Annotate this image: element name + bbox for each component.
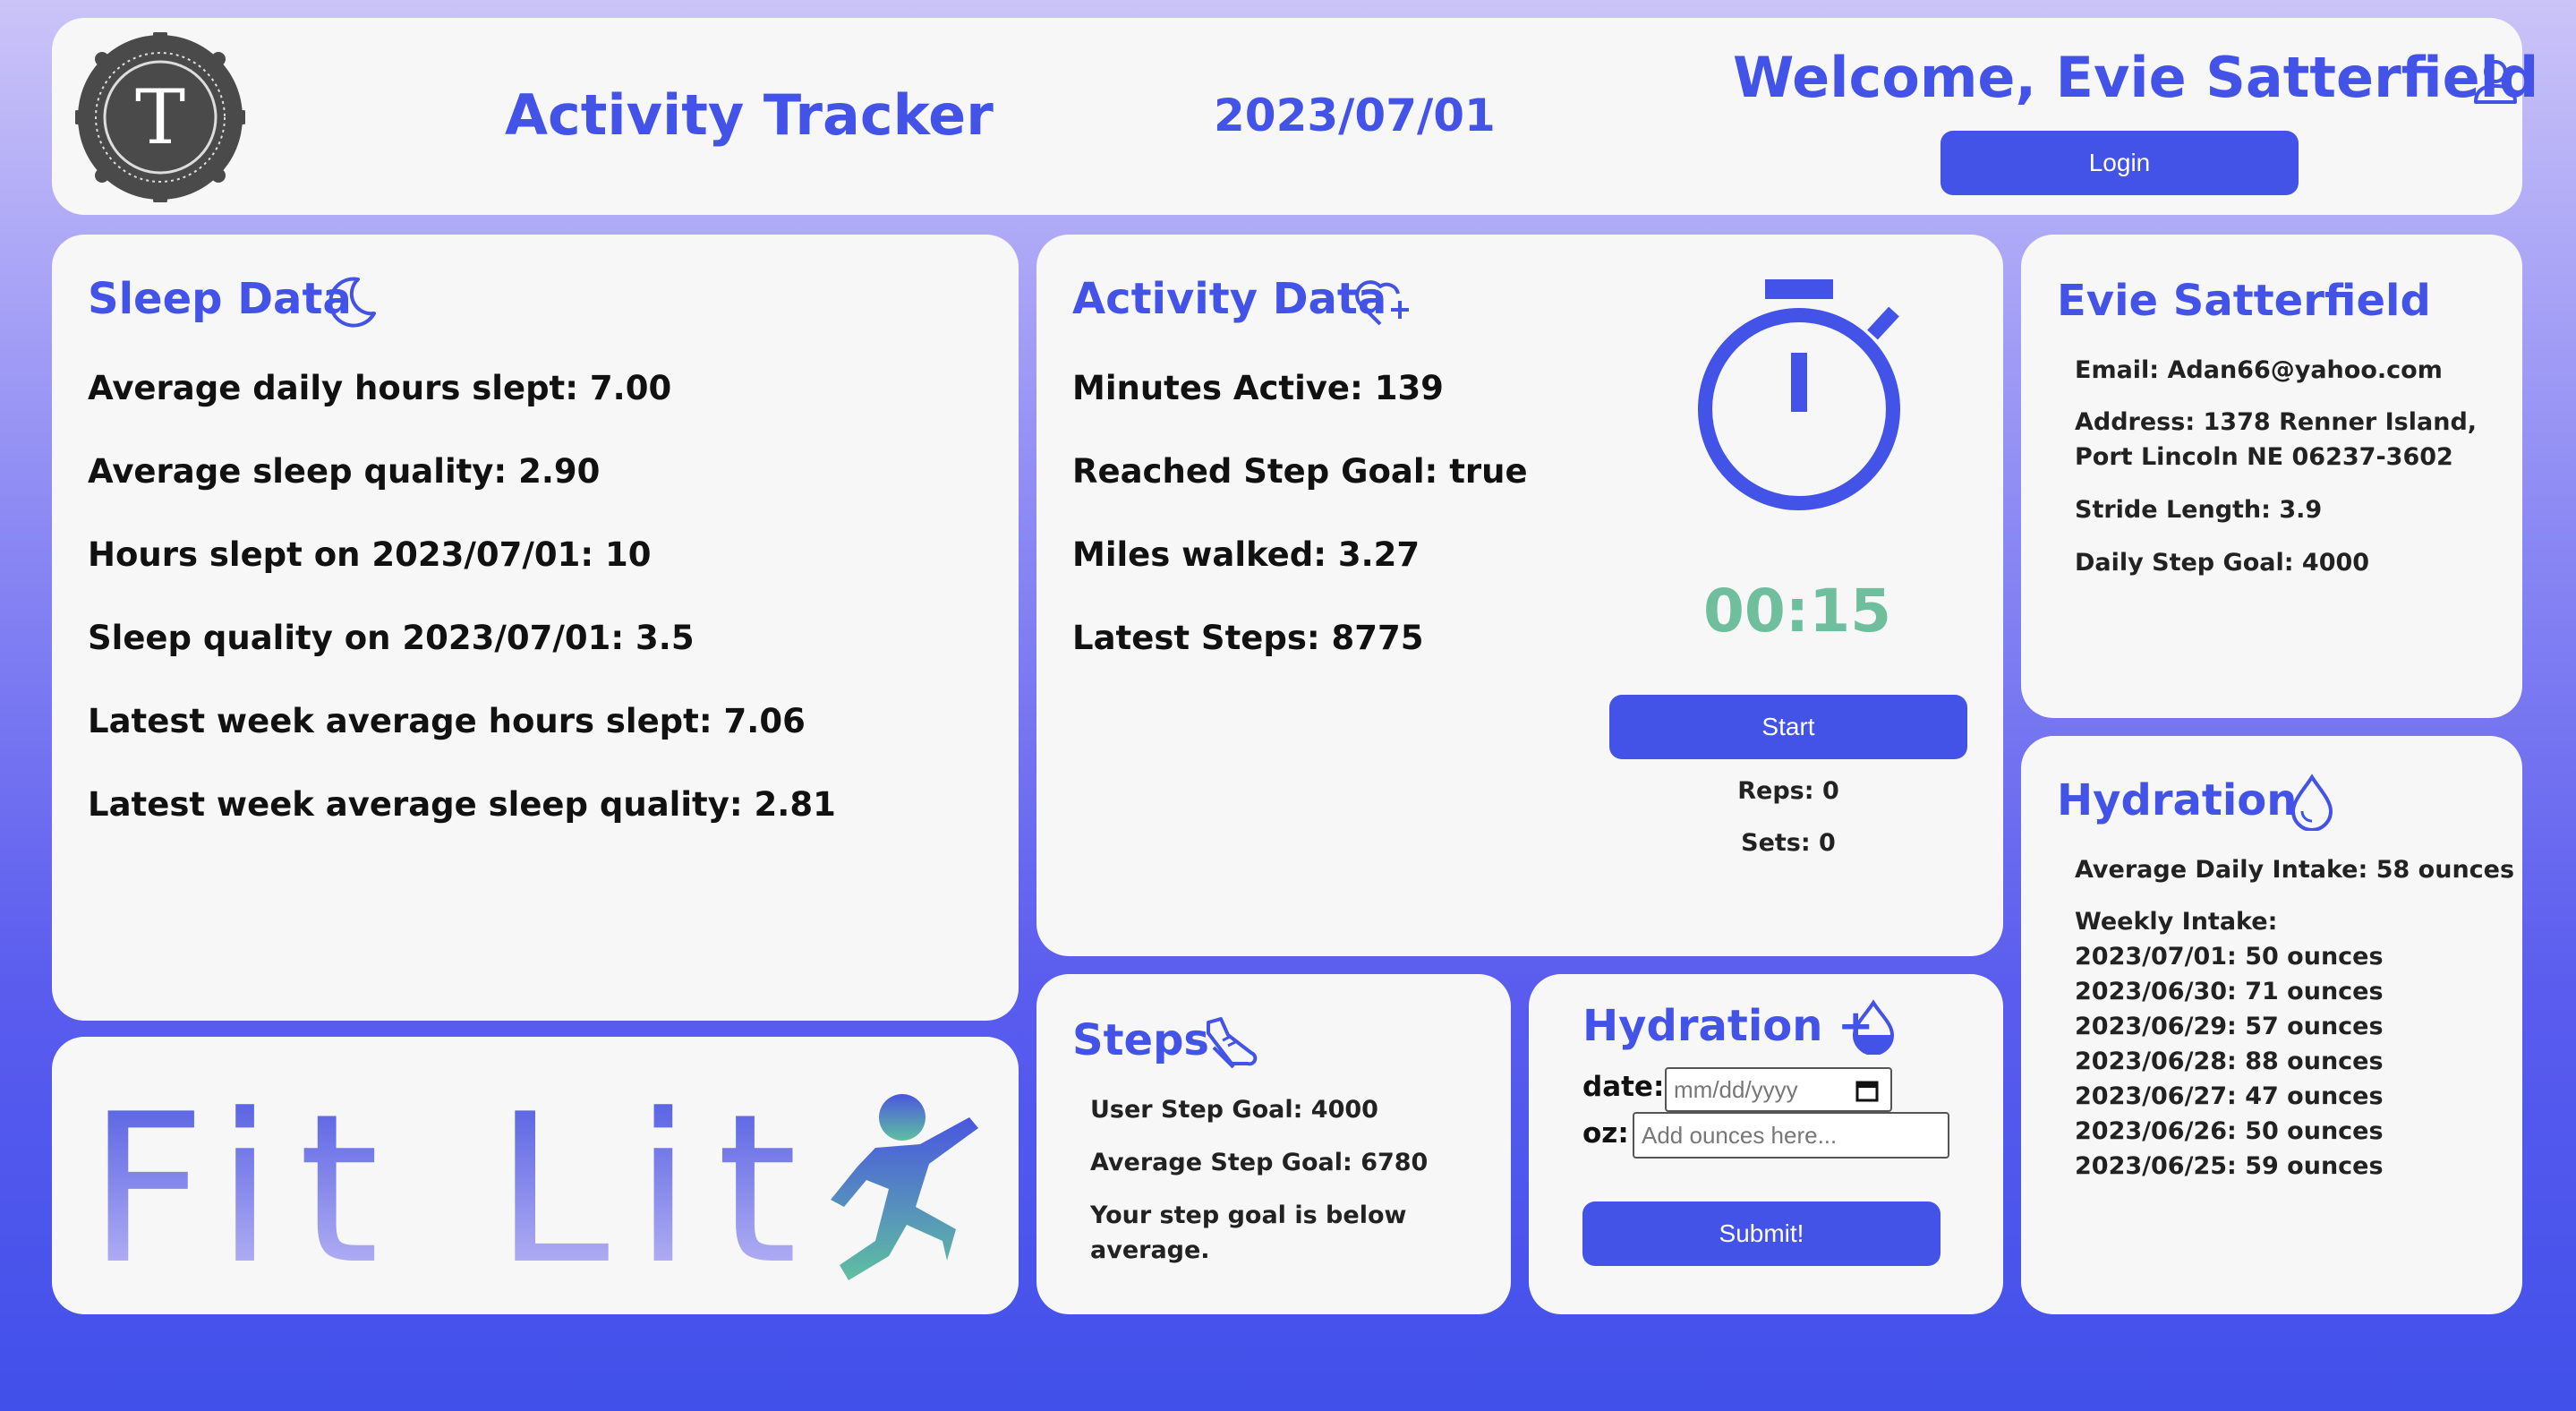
- hydration-form-title: Hydration +: [1582, 1001, 1874, 1051]
- user-icon[interactable]: [2470, 56, 2521, 109]
- sleep-card: Sleep Data Average daily hours slept: 7.…: [52, 235, 1019, 1021]
- activity-line: Reached Step Goal: true: [1072, 452, 1528, 491]
- sleep-line: Average daily hours slept: 7.00: [88, 369, 672, 407]
- user-address-line1: Address: 1378 Renner Island,: [2075, 408, 2478, 436]
- start-button[interactable]: Start: [1609, 695, 1967, 759]
- calendar-icon[interactable]: [1855, 1078, 1880, 1107]
- step-goal-note: Your step goal is below: [1090, 1201, 1407, 1229]
- weekly-intake-item: 2023/06/25: 59 ounces: [2075, 1152, 2384, 1180]
- current-date: 2023/07/01: [1214, 90, 1496, 141]
- weekly-intake-item: 2023/07/01: 50 ounces: [2075, 943, 2384, 971]
- steps-title: Steps: [1072, 1015, 1209, 1065]
- user-stride: Stride Length: 3.9: [2075, 496, 2323, 524]
- step-goal-note-cont: average.: [1090, 1236, 1210, 1264]
- timer-display: 00:15: [1702, 577, 1892, 646]
- sets-count: Sets: 0: [1741, 829, 1836, 857]
- user-name: Evie Satterfield: [2057, 276, 2431, 326]
- user-address-line2: Port Lincoln NE 06237-3602: [2075, 443, 2453, 471]
- activity-line: Miles walked: 3.27: [1072, 535, 1420, 574]
- average-step-goal: Average Step Goal: 6780: [1090, 1149, 1429, 1176]
- brand-card: Fit Lit: [52, 1037, 1019, 1314]
- sleep-line: Average sleep quality: 2.90: [88, 452, 601, 491]
- average-intake: Average Daily Intake: 58 ounces: [2075, 856, 2515, 884]
- hydration-form-card: Hydration + date: oz: Submit!: [1529, 974, 2003, 1314]
- activity-line: Minutes Active: 139: [1072, 369, 1444, 407]
- stopwatch-icon: [1685, 279, 1908, 516]
- weekly-intake-label: Weekly Intake:: [2075, 908, 2278, 936]
- activity-title: Activity Data: [1072, 274, 1387, 324]
- steps-card: Steps User Step Goal: 4000 Average Step …: [1036, 974, 1511, 1314]
- header-bar: T Activity Tracker 2023/07/01 Welcome, E…: [52, 18, 2538, 215]
- activity-line: Latest Steps: 8775: [1072, 619, 1424, 657]
- runner-icon: [831, 1094, 978, 1280]
- user-step-goal: User Step Goal: 4000: [1090, 1096, 1378, 1124]
- water-drop-icon: [2288, 774, 2336, 834]
- weekly-intake-item: 2023/06/27: 47 ounces: [2075, 1082, 2384, 1110]
- water-drop-half-icon: [1849, 999, 1898, 1058]
- weekly-intake-item: 2023/06/30: 71 ounces: [2075, 978, 2384, 1005]
- reps-count: Reps: 0: [1737, 777, 1839, 805]
- user-card: Evie Satterfield Email: Adan66@yahoo.com…: [2021, 235, 2522, 718]
- shoe-icon: [1201, 1013, 1258, 1074]
- hydration-title: Hydration: [2057, 775, 2298, 825]
- weekly-intake-item: 2023/06/28: 88 ounces: [2075, 1048, 2384, 1075]
- heart-plus-icon: [1353, 276, 1414, 333]
- sleep-line: Latest week average hours slept: 7.06: [88, 702, 806, 740]
- sleep-line: Hours slept on 2023/07/01: 10: [88, 535, 652, 574]
- moon-icon: [322, 272, 380, 333]
- sleep-line: Sleep quality on 2023/07/01: 3.5: [88, 619, 695, 657]
- login-button[interactable]: Login: [1941, 131, 2299, 195]
- activity-card: Activity Data Minutes Active: 139 Reache…: [1036, 235, 2003, 956]
- submit-button[interactable]: Submit!: [1582, 1201, 1941, 1266]
- weekly-intake-item: 2023/06/29: 57 ounces: [2075, 1013, 2384, 1040]
- sleep-line: Latest week average sleep quality: 2.81: [88, 785, 836, 824]
- welcome-text: Welcome, Evie Satterfield: [1733, 45, 2539, 110]
- brand-logo: Fit Lit: [88, 1071, 992, 1310]
- brand-text: Fit Lit: [88, 1082, 823, 1287]
- oz-label: oz:: [1582, 1117, 1629, 1150]
- logo-letter: T: [134, 73, 186, 161]
- user-email: Email: Adan66@yahoo.com: [2075, 356, 2443, 384]
- hydration-card: Hydration Average Daily Intake: 58 ounce…: [2021, 736, 2522, 1314]
- weekly-intake-item: 2023/06/26: 50 ounces: [2075, 1117, 2384, 1145]
- date-label: date:: [1582, 1071, 1665, 1103]
- logo[interactable]: T: [71, 28, 250, 207]
- app-title: Activity Tracker: [505, 82, 994, 148]
- ounces-input[interactable]: [1633, 1112, 1949, 1159]
- sleep-title: Sleep Data: [88, 274, 352, 324]
- user-daily-goal: Daily Step Goal: 4000: [2075, 549, 2370, 577]
